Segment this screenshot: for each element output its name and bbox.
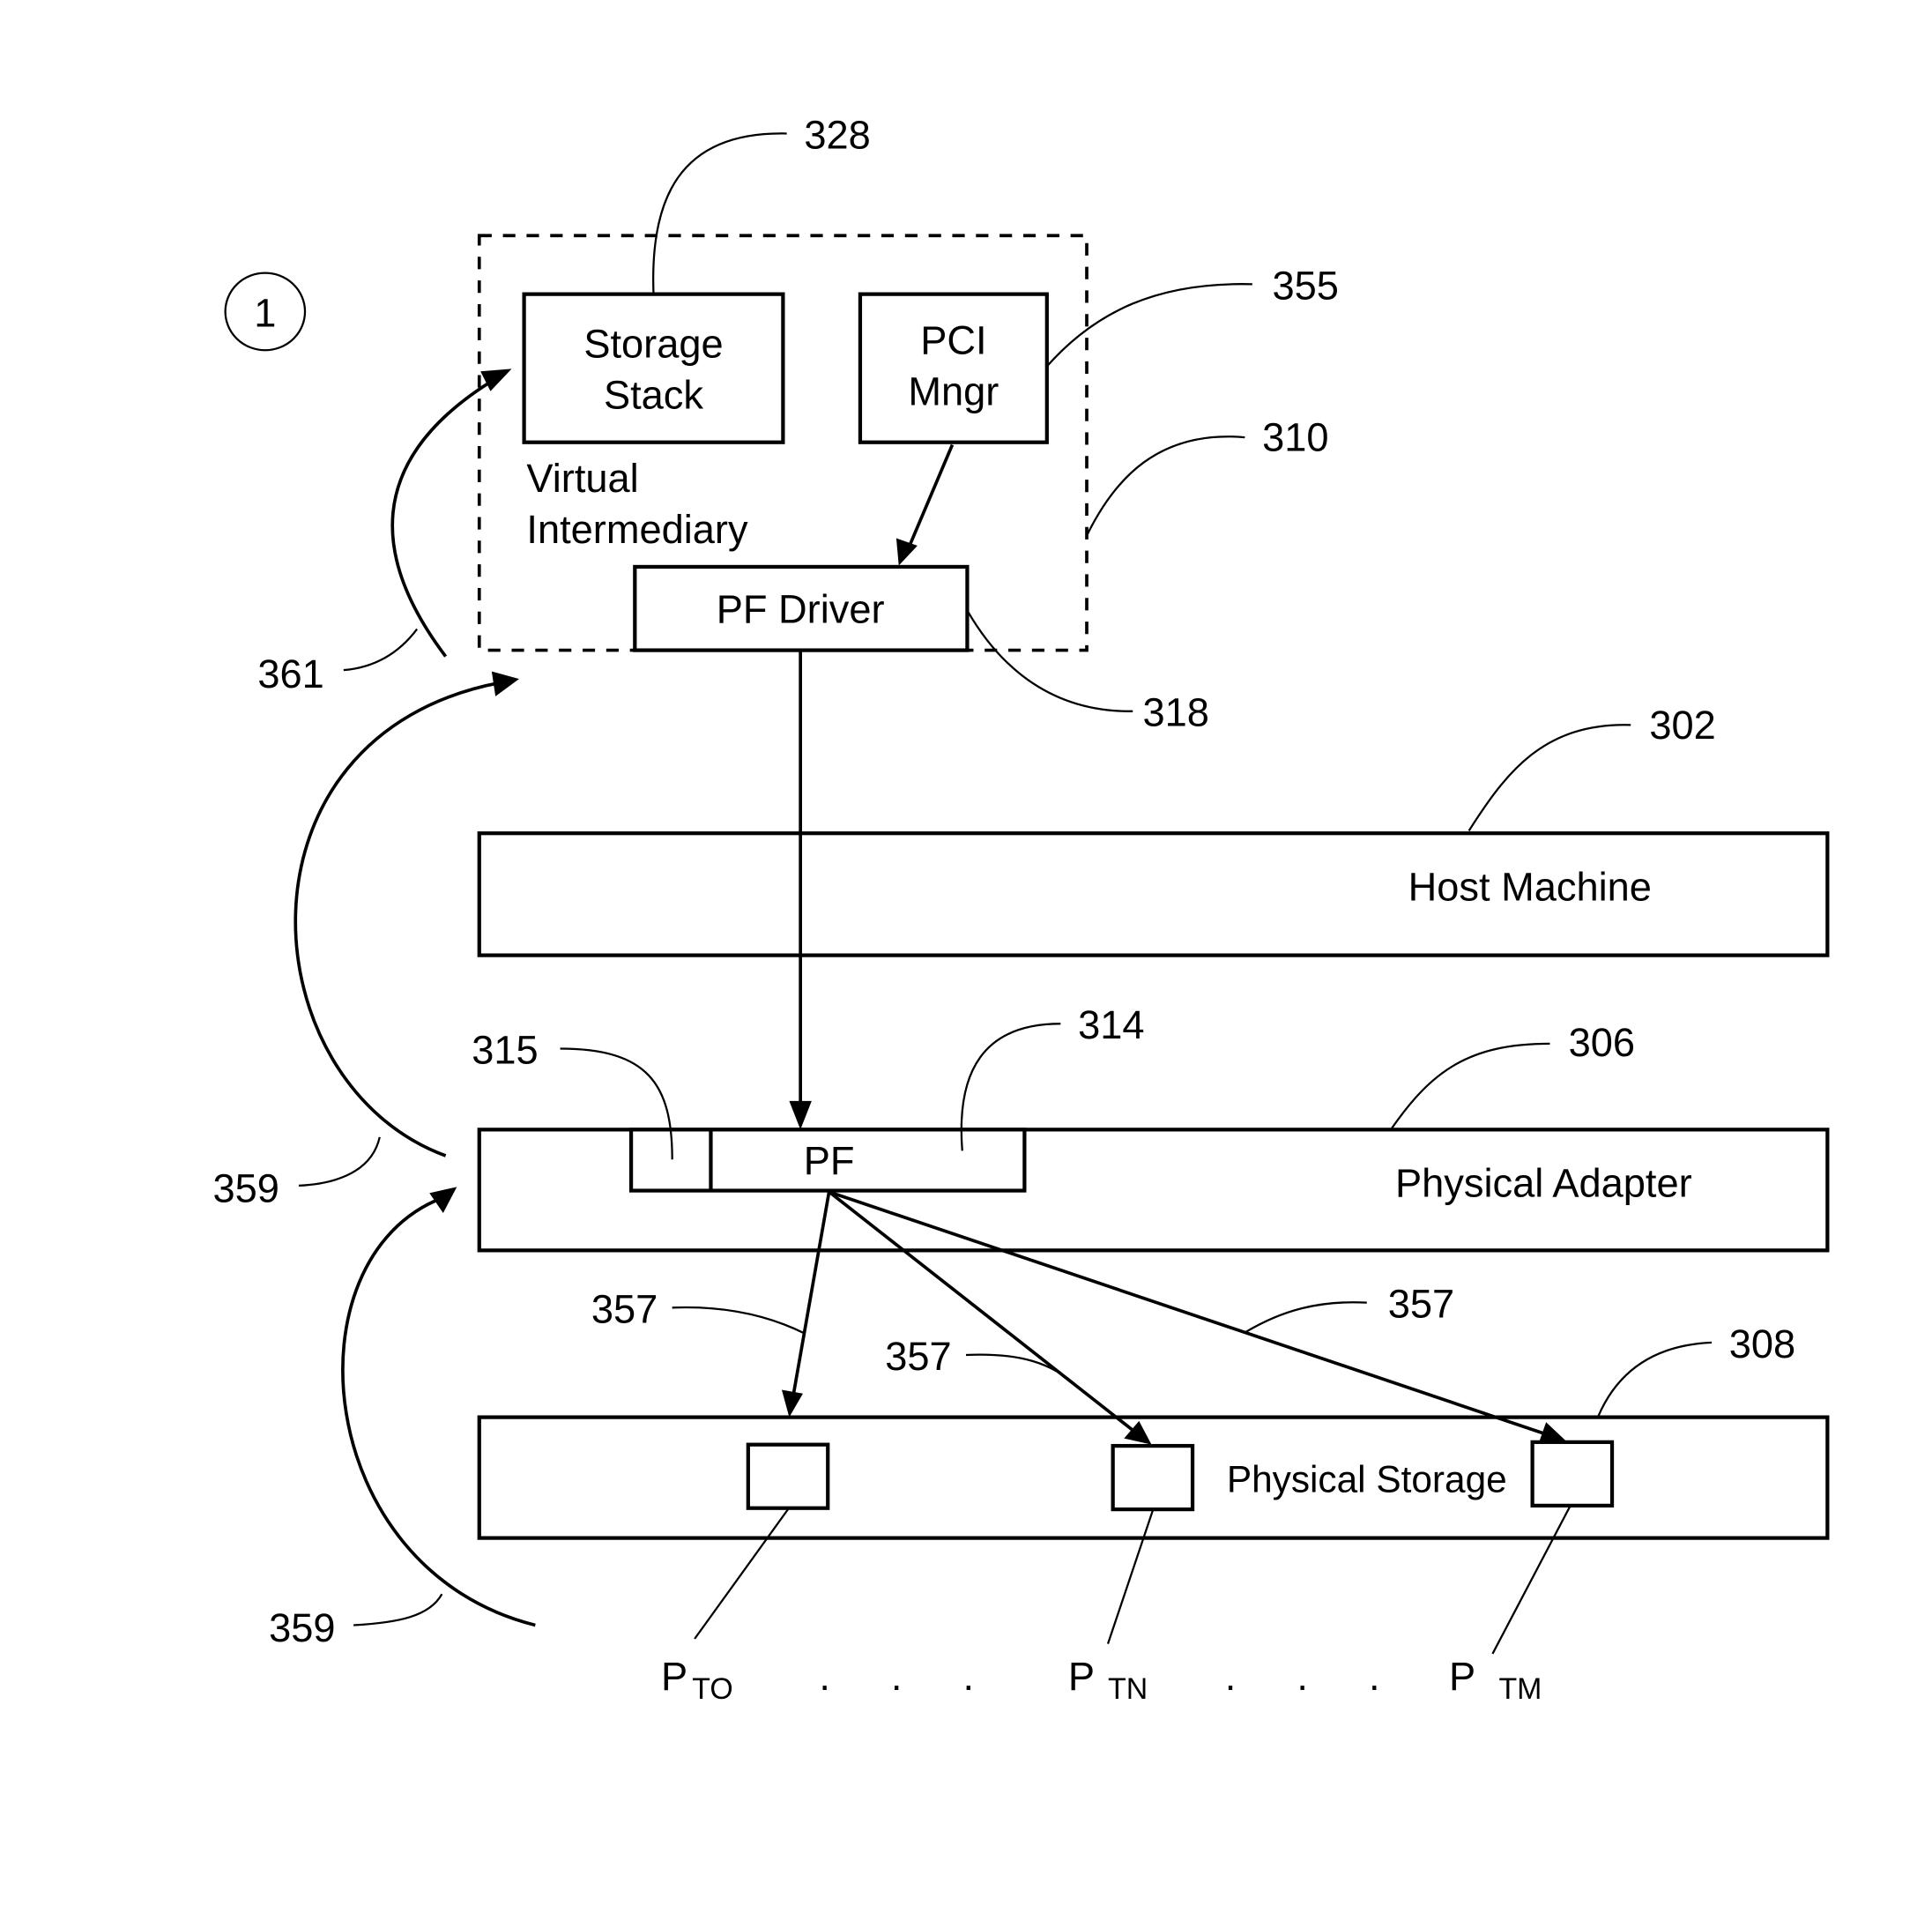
ref-357-a: 357 [591,1286,658,1331]
diagram: 1 Storage Stack 328 PCI Mngr 355 Virtual… [213,112,1830,1706]
leader-ptn [1106,1510,1154,1645]
partition-label-to: P TO [661,1654,733,1706]
ref-310: 310 [1262,415,1328,460]
partition-box-to [746,1442,830,1510]
ellipsis-1: . . . [819,1654,999,1699]
arrow-pf-to-to [791,1191,831,1398]
virtual-intermediary-line2: Intermediary [526,507,748,552]
host-machine-box: Host Machine [477,831,1830,957]
leader-357-b [965,1353,1077,1386]
ref-302: 302 [1649,703,1715,748]
arrow-pci-to-driver [905,443,955,552]
virtual-intermediary-line1: Virtual [526,456,638,501]
arrowhead [895,538,918,566]
ref-355: 355 [1272,263,1338,308]
partition-box-tn [1111,1443,1195,1512]
pf-driver-label: PF Driver [717,587,885,632]
svg-text:TM: TM [1498,1672,1542,1706]
circled-marker: 1 [224,272,307,352]
svg-text:TO: TO [692,1672,732,1706]
leader-ptm [1491,1506,1572,1655]
pci-manager-line1: PCI [920,317,986,362]
ref-308: 308 [1729,1321,1795,1366]
pci-manager-box: PCI Mngr [858,292,1049,444]
arrowhead [781,1389,803,1418]
leader-361 [343,628,419,672]
circled-marker-text: 1 [254,290,276,335]
ref-361: 361 [257,651,323,696]
ref-359-a: 359 [213,1165,279,1210]
svg-text:P: P [661,1654,687,1699]
physical-adapter-label: Physical Adapter [1395,1161,1692,1206]
ref-315: 315 [472,1027,538,1072]
arrowhead [1124,1420,1152,1445]
ref-306: 306 [1569,1020,1635,1065]
ref-318: 318 [1143,690,1209,735]
arrowhead [491,671,519,696]
arrow-pf-to-tn [828,1190,1137,1433]
svg-text:P: P [1068,1654,1095,1699]
flow-arrow-359-upper [294,681,502,1158]
leader-302 [1468,724,1631,831]
ref-357-c: 357 [1388,1282,1454,1327]
ellipsis-2: . . . [1225,1654,1405,1699]
partition-box-tm [1530,1440,1615,1507]
leader-306 [1391,1042,1550,1129]
leader-359-a [298,1136,381,1187]
leader-328 [652,132,787,294]
leader-pto [694,1508,789,1640]
pf-box: PF [628,1128,1027,1193]
ref-357-b: 357 [885,1334,951,1379]
flow-arrow-359-lower [341,1196,536,1627]
arrowhead [480,368,512,391]
storage-stack-line1: Storage [583,322,723,367]
svg-text:P: P [1449,1654,1475,1699]
storage-stack-box: Storage Stack [522,292,785,444]
ref-328: 328 [804,112,870,157]
arrowhead [1538,1422,1568,1444]
pf-driver-box: PF Driver [633,564,970,652]
arrowhead [789,1100,812,1130]
ref-359-b: 359 [269,1605,335,1650]
partition-label-tm: P TM [1449,1654,1542,1706]
leader-359-b [353,1593,443,1627]
ref-314: 314 [1078,1002,1144,1047]
partition-label-tn: P TN [1068,1654,1148,1706]
svg-text:TN: TN [1108,1672,1148,1706]
physical-storage-label: Physical Storage [1227,1458,1507,1500]
leader-357-a [672,1306,806,1335]
leader-355 [1045,283,1252,368]
storage-stack-line2: Stack [604,373,703,418]
leader-308 [1597,1341,1713,1417]
leader-318 [966,609,1133,712]
leader-357-c [1244,1301,1367,1334]
pf-label: PF [804,1138,855,1183]
host-machine-label: Host Machine [1408,864,1652,909]
pci-manager-line2: Mngr [908,368,999,413]
leader-310 [1085,435,1245,537]
